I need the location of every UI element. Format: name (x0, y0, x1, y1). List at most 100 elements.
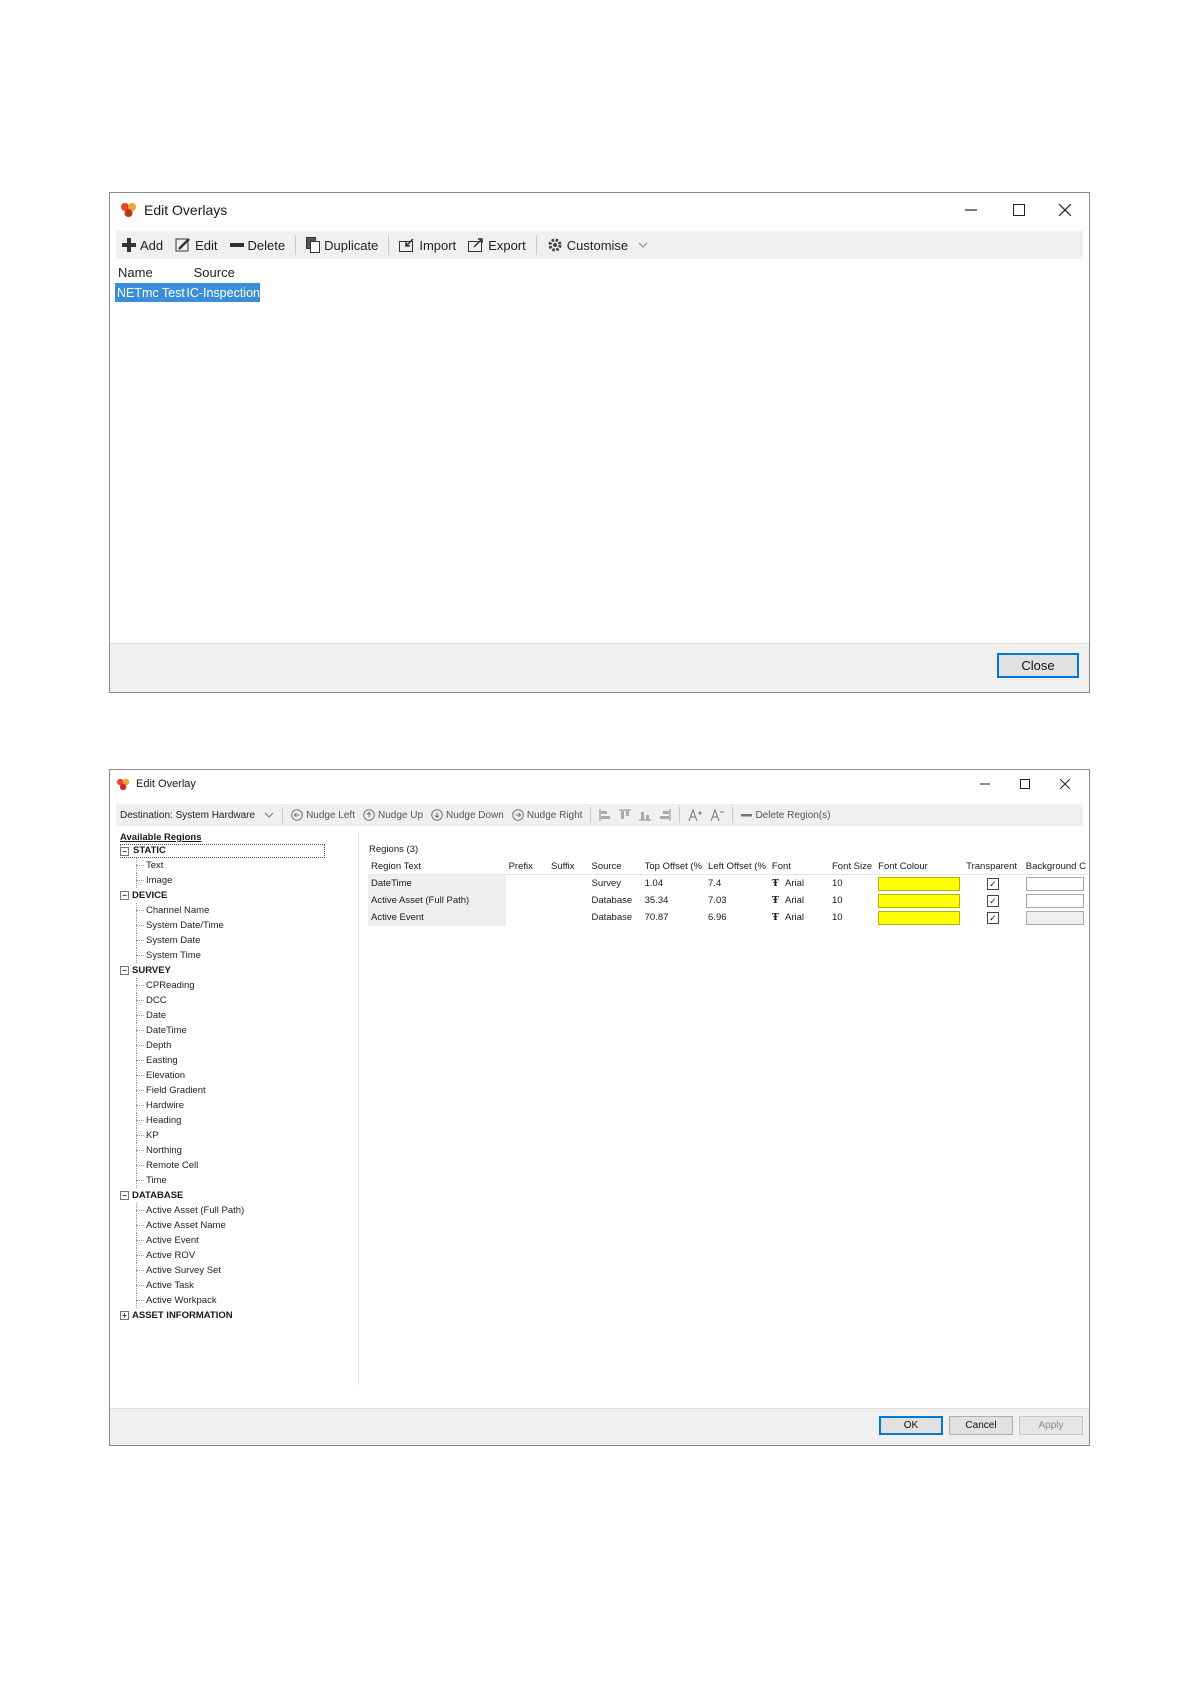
font-colour-swatch[interactable] (878, 910, 961, 925)
region-text[interactable]: DateTime (368, 874, 506, 892)
destination-select[interactable]: Destination: System Hardware (120, 810, 274, 821)
column-font-colour[interactable]: Font Colour (875, 858, 964, 875)
tree-item[interactable]: Easting (120, 1053, 360, 1068)
maximize-icon[interactable] (999, 193, 1039, 227)
minimize-icon[interactable] (967, 770, 1003, 798)
background-colour-swatch[interactable] (1025, 876, 1084, 891)
tree-item[interactable]: Active Survey Set (120, 1263, 360, 1278)
tree-item[interactable]: Active Workpack (120, 1293, 360, 1308)
column-source[interactable]: Source (194, 265, 235, 280)
tree-item[interactable]: Date (120, 1008, 360, 1023)
tree-item[interactable]: Text (120, 858, 360, 873)
tree-item[interactable]: Channel Name (120, 903, 360, 918)
tree-group-survey[interactable]: − SURVEY (120, 963, 360, 978)
delete-button[interactable]: Delete (229, 238, 285, 253)
tree-item[interactable]: Northing (120, 1143, 360, 1158)
region-source[interactable]: Database (588, 909, 641, 926)
customise-button[interactable]: Customise (547, 237, 648, 253)
region-source[interactable]: Survey (588, 875, 641, 893)
maximize-icon[interactable] (1007, 770, 1043, 798)
tree-item[interactable]: System Time (120, 948, 360, 963)
region-font-size[interactable]: 10 (829, 909, 875, 926)
add-button[interactable]: Add (122, 238, 163, 253)
nudge-right-button[interactable]: Nudge Right (512, 809, 582, 821)
tree-item[interactable]: Active Task (120, 1278, 360, 1293)
tree-item[interactable]: Elevation (120, 1068, 360, 1083)
close-icon[interactable] (1045, 193, 1085, 227)
tree-item[interactable]: KP (120, 1128, 360, 1143)
table-row[interactable]: Active Event Database 70.87 6.96 Ŧ Arial … (368, 909, 1089, 926)
tree-item[interactable]: DateTime (120, 1023, 360, 1038)
import-button[interactable]: Import (399, 238, 456, 253)
region-font[interactable]: Ŧ Arial (769, 875, 829, 893)
transparent-checkbox[interactable]: ✓ (986, 894, 999, 907)
background-colour-swatch[interactable] (1025, 910, 1084, 925)
tree-item[interactable]: Depth (120, 1038, 360, 1053)
region-text[interactable]: Active Asset (Full Path) (368, 892, 506, 909)
column-font[interactable]: Font (768, 858, 829, 875)
expand-icon[interactable]: + (120, 1311, 129, 1320)
transparent-checkbox[interactable]: ✓ (986, 911, 999, 924)
tree-item[interactable]: DCC (120, 993, 360, 1008)
tree-item[interactable]: Heading (120, 1113, 360, 1128)
nudge-left-button[interactable]: Nudge Left (291, 809, 355, 821)
region-font-size[interactable]: 10 (829, 875, 875, 893)
column-region-text[interactable]: Region Text (368, 858, 506, 875)
column-transparent[interactable]: Transparent (963, 858, 1023, 875)
close-icon[interactable] (1047, 770, 1083, 798)
region-suffix[interactable] (548, 875, 589, 893)
nudge-down-button[interactable]: Nudge Down (431, 809, 504, 821)
edit-button[interactable]: Edit (175, 238, 218, 253)
align-bottom-button[interactable] (639, 809, 652, 821)
background-colour-swatch[interactable] (1025, 893, 1084, 908)
minimize-icon[interactable] (951, 193, 991, 227)
region-font-colour[interactable] (875, 875, 963, 893)
region-prefix[interactable] (506, 875, 548, 893)
duplicate-button[interactable]: Duplicate (306, 237, 378, 253)
column-suffix[interactable]: Suffix (547, 858, 589, 875)
tree-item[interactable]: System Date (120, 933, 360, 948)
tree-item[interactable]: Field Gradient (120, 1083, 360, 1098)
region-source[interactable]: Database (588, 892, 641, 909)
collapse-icon[interactable]: − (120, 847, 129, 856)
align-right-button[interactable] (659, 809, 671, 821)
region-top-offset[interactable]: 1.04 (642, 875, 705, 893)
ok-button[interactable]: OK (879, 1416, 943, 1435)
column-prefix[interactable]: Prefix (505, 858, 548, 875)
column-background[interactable]: Background C (1022, 858, 1089, 875)
region-suffix[interactable] (548, 892, 589, 909)
font-colour-swatch[interactable] (878, 893, 961, 908)
region-font-colour[interactable] (875, 909, 963, 926)
collapse-icon[interactable]: − (120, 966, 129, 975)
region-font[interactable]: Ŧ Arial (769, 892, 829, 909)
export-button[interactable]: Export (468, 238, 526, 253)
region-top-offset[interactable]: 35.34 (642, 892, 705, 909)
tree-item[interactable]: Active Asset Name (120, 1218, 360, 1233)
overlay-row[interactable]: NETmc Test IC-Inspection (115, 283, 260, 302)
collapse-icon[interactable]: − (120, 1191, 129, 1200)
tree-item[interactable]: Active Event (120, 1233, 360, 1248)
region-top-offset[interactable]: 70.87 (642, 909, 705, 926)
tree-group-database[interactable]: − DATABASE (120, 1188, 360, 1203)
column-source[interactable]: Source (588, 858, 642, 875)
align-top-button[interactable] (619, 809, 632, 821)
region-prefix[interactable] (506, 909, 548, 926)
region-background[interactable] (1023, 892, 1089, 909)
region-font[interactable]: Ŧ Arial (769, 909, 829, 926)
column-left-offset[interactable]: Left Offset (% (705, 858, 769, 875)
column-top-offset[interactable]: Top Offset (% (641, 858, 706, 875)
tree-group-asset-information[interactable]: + ASSET INFORMATION (120, 1308, 360, 1323)
align-left-button[interactable] (599, 809, 611, 821)
tree-item[interactable]: Time (120, 1173, 360, 1188)
column-name[interactable]: Name (118, 265, 190, 280)
apply-button[interactable]: Apply (1019, 1416, 1083, 1435)
tree-item[interactable]: System Date/Time (120, 918, 360, 933)
region-suffix[interactable] (548, 909, 589, 926)
region-transparent[interactable]: ✓ (963, 909, 1023, 926)
region-left-offset[interactable]: 7.03 (705, 892, 769, 909)
font-colour-swatch[interactable] (878, 876, 961, 891)
tree-group-device[interactable]: − DEVICE (120, 888, 360, 903)
tree-item[interactable]: Remote Cell (120, 1158, 360, 1173)
panel-divider[interactable] (358, 832, 359, 1385)
nudge-up-button[interactable]: Nudge Up (363, 809, 423, 821)
